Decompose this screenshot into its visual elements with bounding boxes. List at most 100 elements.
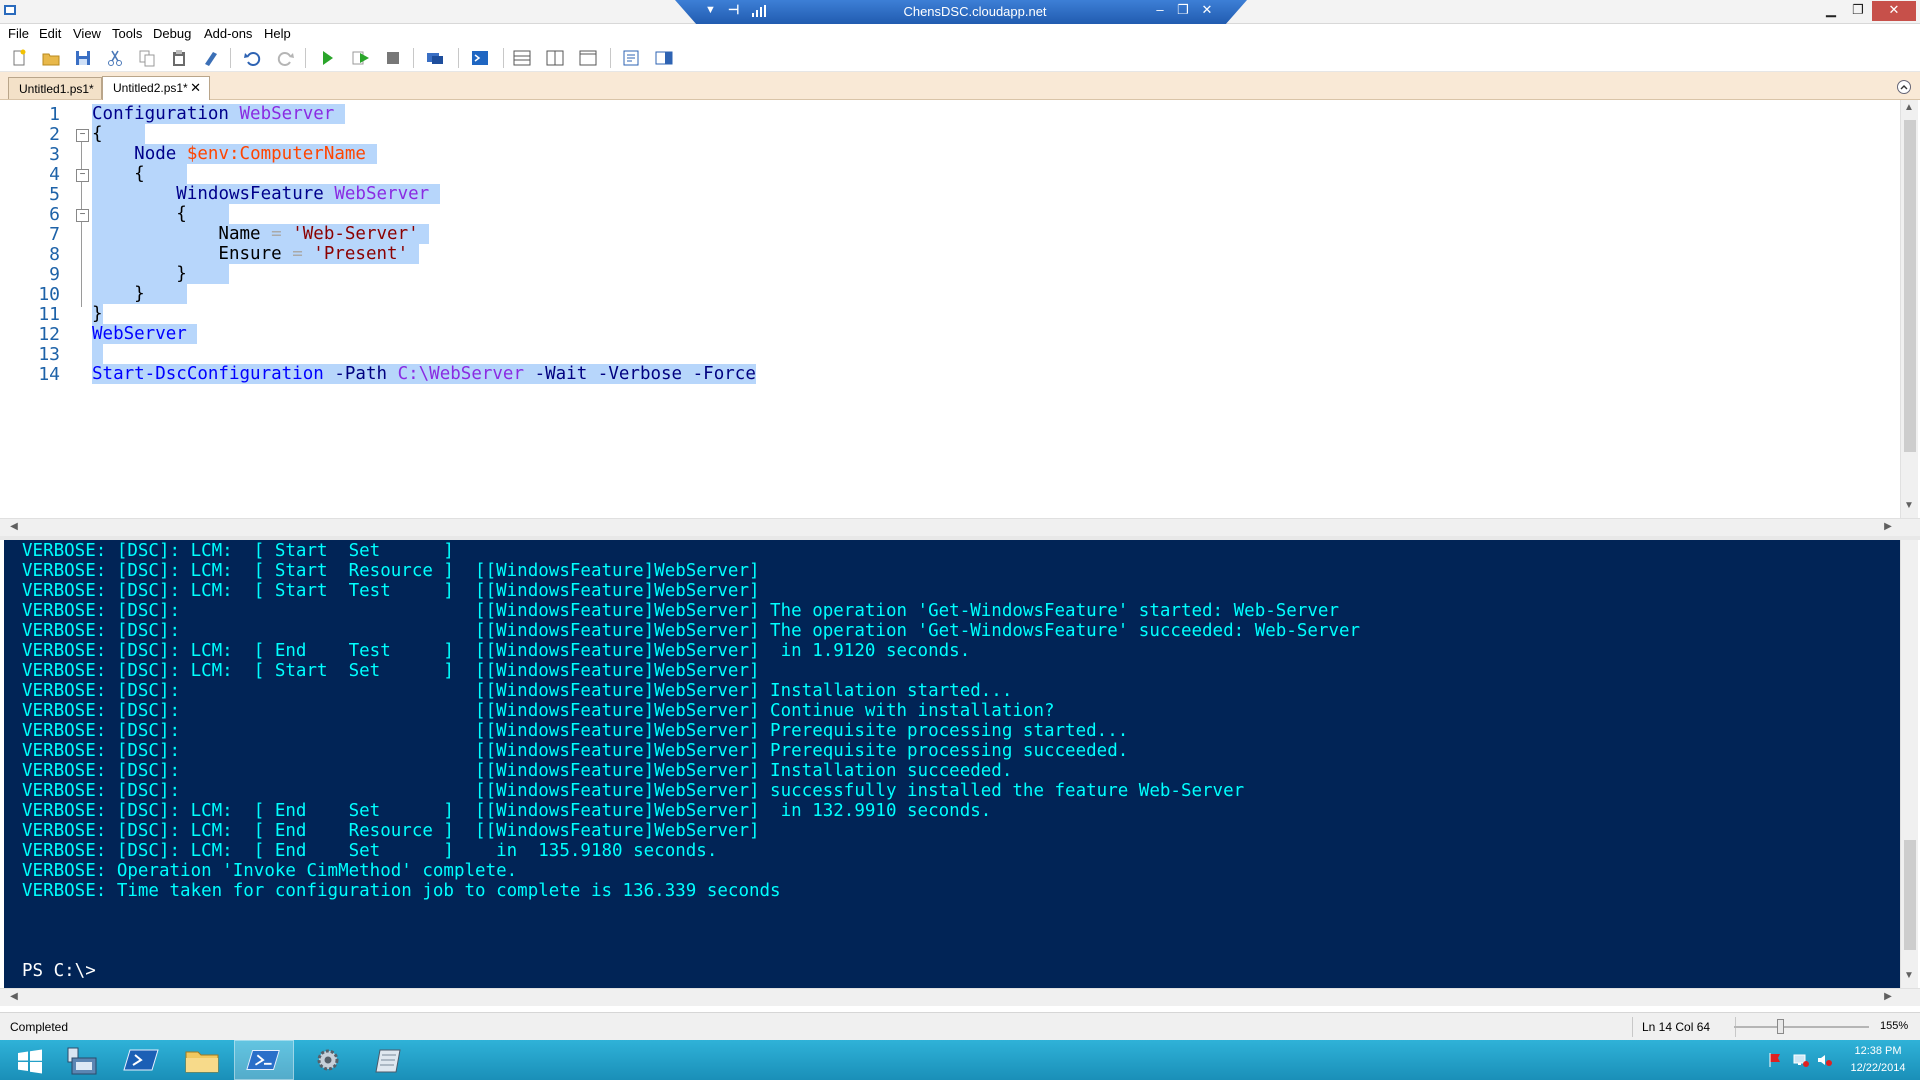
remote-close-button[interactable]: ✕	[1197, 2, 1217, 22]
remote-icon[interactable]	[425, 48, 445, 68]
line-number: 3	[49, 144, 60, 165]
powershell-taskbar-icon[interactable]	[112, 1040, 172, 1080]
fold-toggle[interactable]: −	[76, 129, 89, 142]
run-selection-icon[interactable]	[351, 48, 371, 68]
console-horizontal-scrollbar[interactable]: ◀ ▶	[0, 988, 1920, 1006]
show-script-icon[interactable]	[621, 48, 641, 68]
show-commands-icon[interactable]	[654, 48, 674, 68]
code-token	[92, 344, 103, 364]
line-number: 14	[38, 364, 60, 385]
redo-icon[interactable]	[275, 48, 295, 68]
line-number: 9	[49, 264, 60, 285]
notepad-icon[interactable]	[360, 1040, 420, 1080]
new-file-icon[interactable]	[9, 48, 29, 68]
code-token: }	[92, 284, 145, 304]
collapse-pane-icon[interactable]	[1896, 79, 1912, 95]
run-icon[interactable]	[317, 48, 337, 68]
console-line: VERBOSE: [DSC]: LCM: [ Start Set ] [[Win…	[22, 661, 760, 681]
code-token: Configuration	[92, 104, 229, 124]
code-token: WebServer	[92, 324, 198, 344]
code-token: 'Web-Server'	[292, 224, 419, 244]
menu-file[interactable]: File	[8, 26, 29, 41]
minimize-button[interactable]: ▁	[1818, 1, 1844, 21]
code-token: WebServer	[239, 104, 335, 124]
editor-horizontal-scrollbar[interactable]: ◀ ▶	[0, 518, 1920, 536]
settings-gear-icon[interactable]	[298, 1040, 358, 1080]
code-line: }	[92, 284, 187, 304]
save-icon[interactable]	[73, 48, 93, 68]
zoom-slider[interactable]	[1734, 1026, 1869, 1028]
toolbar-separator	[230, 48, 231, 68]
powershell-icon[interactable]	[470, 48, 490, 68]
remote-minimize-button[interactable]: –	[1150, 2, 1170, 22]
network-icon[interactable]	[1792, 1052, 1810, 1068]
code-line: {	[92, 124, 145, 144]
scroll-right-icon[interactable]: ▶	[1880, 991, 1896, 1002]
code-line	[92, 344, 103, 364]
script-editor[interactable]: 1 2 3 4 5 6 7 8 9 10 11 12 13 14 − − − C…	[0, 100, 1920, 536]
layout-top-icon[interactable]	[512, 48, 532, 68]
scroll-left-icon[interactable]: ◀	[6, 521, 22, 532]
menu-view[interactable]: View	[73, 26, 101, 41]
clock-time[interactable]: 12:38 PM	[1848, 1045, 1908, 1057]
console-prompt[interactable]: PS C:\>	[22, 961, 96, 981]
powershell-ise-taskbar-icon[interactable]	[234, 1040, 294, 1080]
toolbar-separator	[458, 48, 459, 68]
console-line: VERBOSE: [DSC]: LCM: [ End Test ] [[Wind…	[22, 641, 971, 661]
console-vertical-scrollbar[interactable]: ▼	[1900, 540, 1918, 988]
menu-tools[interactable]: Tools	[112, 26, 142, 41]
app-icon	[4, 5, 16, 15]
tab-untitled2[interactable]: Untitled2.ps1* ✕	[102, 76, 210, 100]
toolbar-separator	[503, 48, 504, 68]
code-token: WindowsFeature	[176, 184, 324, 204]
dropdown-icon[interactable]: ▼	[705, 4, 716, 16]
code-token: }	[92, 264, 187, 284]
menu-edit[interactable]: Edit	[39, 26, 61, 41]
clear-icon[interactable]	[201, 48, 221, 68]
layout-right-icon[interactable]	[545, 48, 565, 68]
console-pane[interactable]: VERBOSE: [DSC]: LCM: [ Start Set ] VERBO…	[4, 540, 1900, 988]
action-center-flag-icon[interactable]	[1768, 1052, 1786, 1068]
scroll-thumb[interactable]	[1904, 840, 1916, 950]
open-icon[interactable]	[41, 48, 61, 68]
tab-strip: Untitled1.ps1* Untitled2.ps1* ✕	[0, 72, 1920, 100]
code-token: WebServer	[92, 324, 187, 344]
line-number: 2	[49, 124, 60, 145]
undo-icon[interactable]	[243, 48, 263, 68]
line-number: 1	[49, 104, 60, 125]
console-line: VERBOSE: [DSC]: [[WindowsFeature]WebServ…	[22, 621, 1361, 641]
server-manager-icon[interactable]	[52, 1040, 112, 1080]
scroll-left-icon[interactable]: ◀	[6, 991, 22, 1002]
line-number: 10	[38, 284, 60, 305]
scroll-down-icon[interactable]: ▼	[1901, 500, 1917, 511]
zoom-slider-thumb[interactable]	[1777, 1019, 1784, 1034]
code-token: Configuration WebServer	[92, 104, 345, 124]
close-tab-icon[interactable]: ✕	[190, 80, 201, 96]
fold-toggle[interactable]: −	[76, 169, 89, 182]
copy-icon[interactable]	[137, 48, 157, 68]
tab-untitled1[interactable]: Untitled1.ps1*	[8, 77, 102, 99]
layout-max-icon[interactable]	[578, 48, 598, 68]
scroll-right-icon[interactable]: ▶	[1880, 521, 1896, 532]
fold-toggle[interactable]: −	[76, 209, 89, 222]
cut-icon[interactable]	[105, 48, 125, 68]
stop-icon[interactable]	[383, 48, 403, 68]
scroll-thumb[interactable]	[1904, 120, 1916, 452]
paste-icon[interactable]	[169, 48, 189, 68]
menu-debug[interactable]: Debug	[153, 26, 191, 41]
start-icon[interactable]	[0, 1040, 60, 1080]
code-token: Start-DscConfiguration -Path C:\WebServe…	[92, 364, 756, 384]
clock-date[interactable]: 12/22/2014	[1848, 1062, 1908, 1074]
volume-icon[interactable]	[1816, 1052, 1834, 1068]
close-button[interactable]: ✕	[1872, 1, 1916, 21]
editor-vertical-scrollbar[interactable]: ▲ ▼	[1900, 100, 1918, 518]
pin-icon[interactable]: ⊣	[728, 2, 739, 18]
menu-help[interactable]: Help	[264, 26, 291, 41]
scroll-down-icon[interactable]: ▼	[1901, 970, 1917, 981]
code-line: }	[92, 304, 103, 324]
file-explorer-icon[interactable]	[172, 1040, 232, 1080]
menu-addons[interactable]: Add-ons	[204, 26, 252, 41]
restore-button[interactable]: ❐	[1845, 1, 1871, 21]
scroll-up-icon[interactable]: ▲	[1901, 102, 1917, 113]
remote-restore-button[interactable]: ❐	[1173, 2, 1193, 22]
